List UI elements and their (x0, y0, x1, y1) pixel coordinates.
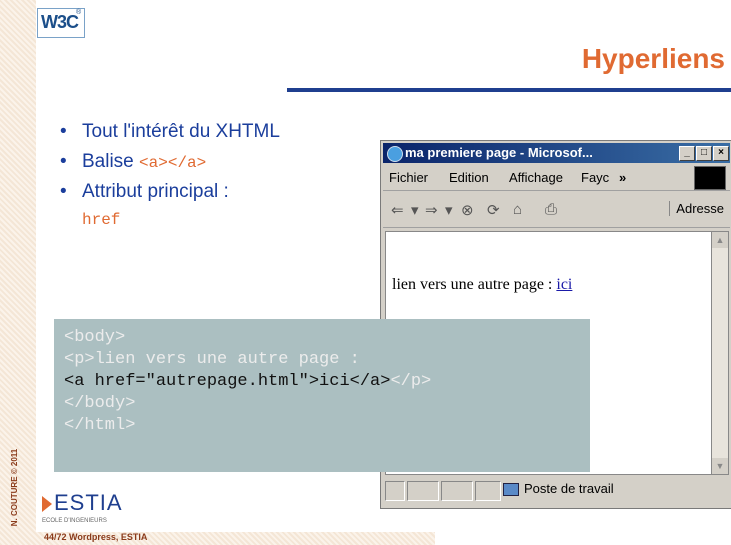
menu-edition[interactable]: Edition (449, 170, 489, 185)
content-text: lien vers une autre page : (392, 276, 557, 293)
back-arrow-icon[interactable]: ⇐ (391, 201, 404, 219)
w3c-logo-text: W3C (41, 12, 79, 32)
browser-titlebar[interactable]: ma premiere page - Microsof... _ □ × (383, 143, 730, 163)
page-content: lien vers une autre page : ici (392, 276, 572, 294)
menu-affichage[interactable]: Affichage (509, 170, 563, 185)
status-label: Poste de travail (524, 481, 614, 496)
windows-logo-icon (694, 166, 726, 190)
maximize-icon[interactable]: □ (696, 146, 712, 161)
ie-icon (387, 146, 403, 162)
code-highlight: <a href="autrepage.html">ici</a> (64, 372, 391, 391)
home-icon[interactable]: ⌂ (513, 201, 522, 218)
inline-code: <a></a> (139, 154, 207, 172)
status-cell (475, 481, 501, 501)
slide-title: Hyperliens (581, 43, 725, 74)
menu-bar: Fichier Edition Affichage Fayc » (383, 164, 730, 191)
scroll-down-icon[interactable]: ▼ (712, 458, 728, 474)
code-line: <body> (64, 328, 126, 347)
vertical-credit: N. COUTURE © 2011 (6, 449, 19, 526)
status-ie-icon (385, 481, 405, 501)
browser-title: ma premiere page - Microsof... (405, 145, 593, 160)
w3c-logo: W3C ® (37, 8, 85, 38)
code-line: <p>lien vers une autre page : (64, 350, 360, 369)
code-line: <a href="autrepage.html">ici</a></p> (64, 371, 580, 393)
title-underline (287, 88, 731, 92)
estia-logo-mark (42, 496, 52, 513)
menu-more-chevron[interactable]: » (619, 170, 626, 185)
dropdown-icon[interactable]: ▾ (445, 201, 453, 219)
minimize-icon[interactable]: _ (679, 146, 695, 161)
hyperlink-ici[interactable]: ici (556, 276, 572, 293)
code-block: <body> <p>lien vers une autre page : <a … (54, 319, 590, 472)
vertical-scrollbar[interactable]: ▲ ▼ (711, 231, 729, 475)
code-line: </html> (64, 416, 136, 435)
address-label: Adresse (669, 201, 724, 216)
bullet-continuation: href (82, 211, 121, 229)
close-icon[interactable]: × (713, 146, 729, 161)
menu-favoris[interactable]: Fayc (581, 170, 609, 185)
estia-logo: ESTIA (42, 490, 123, 516)
credit-text: N. COUTURE © 2011 (10, 448, 20, 527)
footer-page-number: 44/72 Wordpress, ESTIA (44, 532, 148, 542)
bullet-item: Attribut principal : (60, 178, 380, 208)
bullet-text: Attribut principal : (82, 181, 229, 202)
logo-text: ESTIA (54, 490, 123, 515)
computer-icon (503, 483, 519, 497)
status-bar: Poste de travail (383, 477, 730, 503)
stop-icon[interactable]: ⊗ (461, 201, 474, 219)
forward-arrow-icon[interactable]: ⇒ (425, 201, 438, 219)
status-cell (407, 481, 439, 501)
refresh-icon[interactable]: ⟳ (487, 201, 500, 219)
logo-subtitle: ECOLE D'INGENIEURS (42, 518, 107, 524)
scroll-up-icon[interactable]: ▲ (712, 232, 728, 248)
bullet-text: Tout l'intérêt du XHTML (82, 121, 280, 142)
status-cell (441, 481, 473, 501)
code-tail: </p> (390, 372, 432, 391)
bullet-list: Tout l'intérêt du XHTML Balise <a></a> A… (60, 118, 380, 236)
menu-fichier[interactable]: Fichier (389, 170, 428, 185)
bullet-text: Balise (82, 151, 140, 172)
registered-mark: ® (76, 9, 82, 16)
bullet-item: Tout l'intérêt du XHTML (60, 118, 380, 148)
browser-toolbar: ⇐ ▾ ⇒ ▾ ⊗ ⟳ ⌂ ⎙ Adresse (383, 191, 730, 228)
bullet-item: Balise <a></a> (60, 148, 380, 178)
status-text: Poste de travail (503, 481, 614, 497)
dropdown-icon[interactable]: ▾ (411, 201, 419, 219)
code-line: </body> (64, 394, 136, 413)
print-icon[interactable]: ⎙ (545, 201, 557, 218)
